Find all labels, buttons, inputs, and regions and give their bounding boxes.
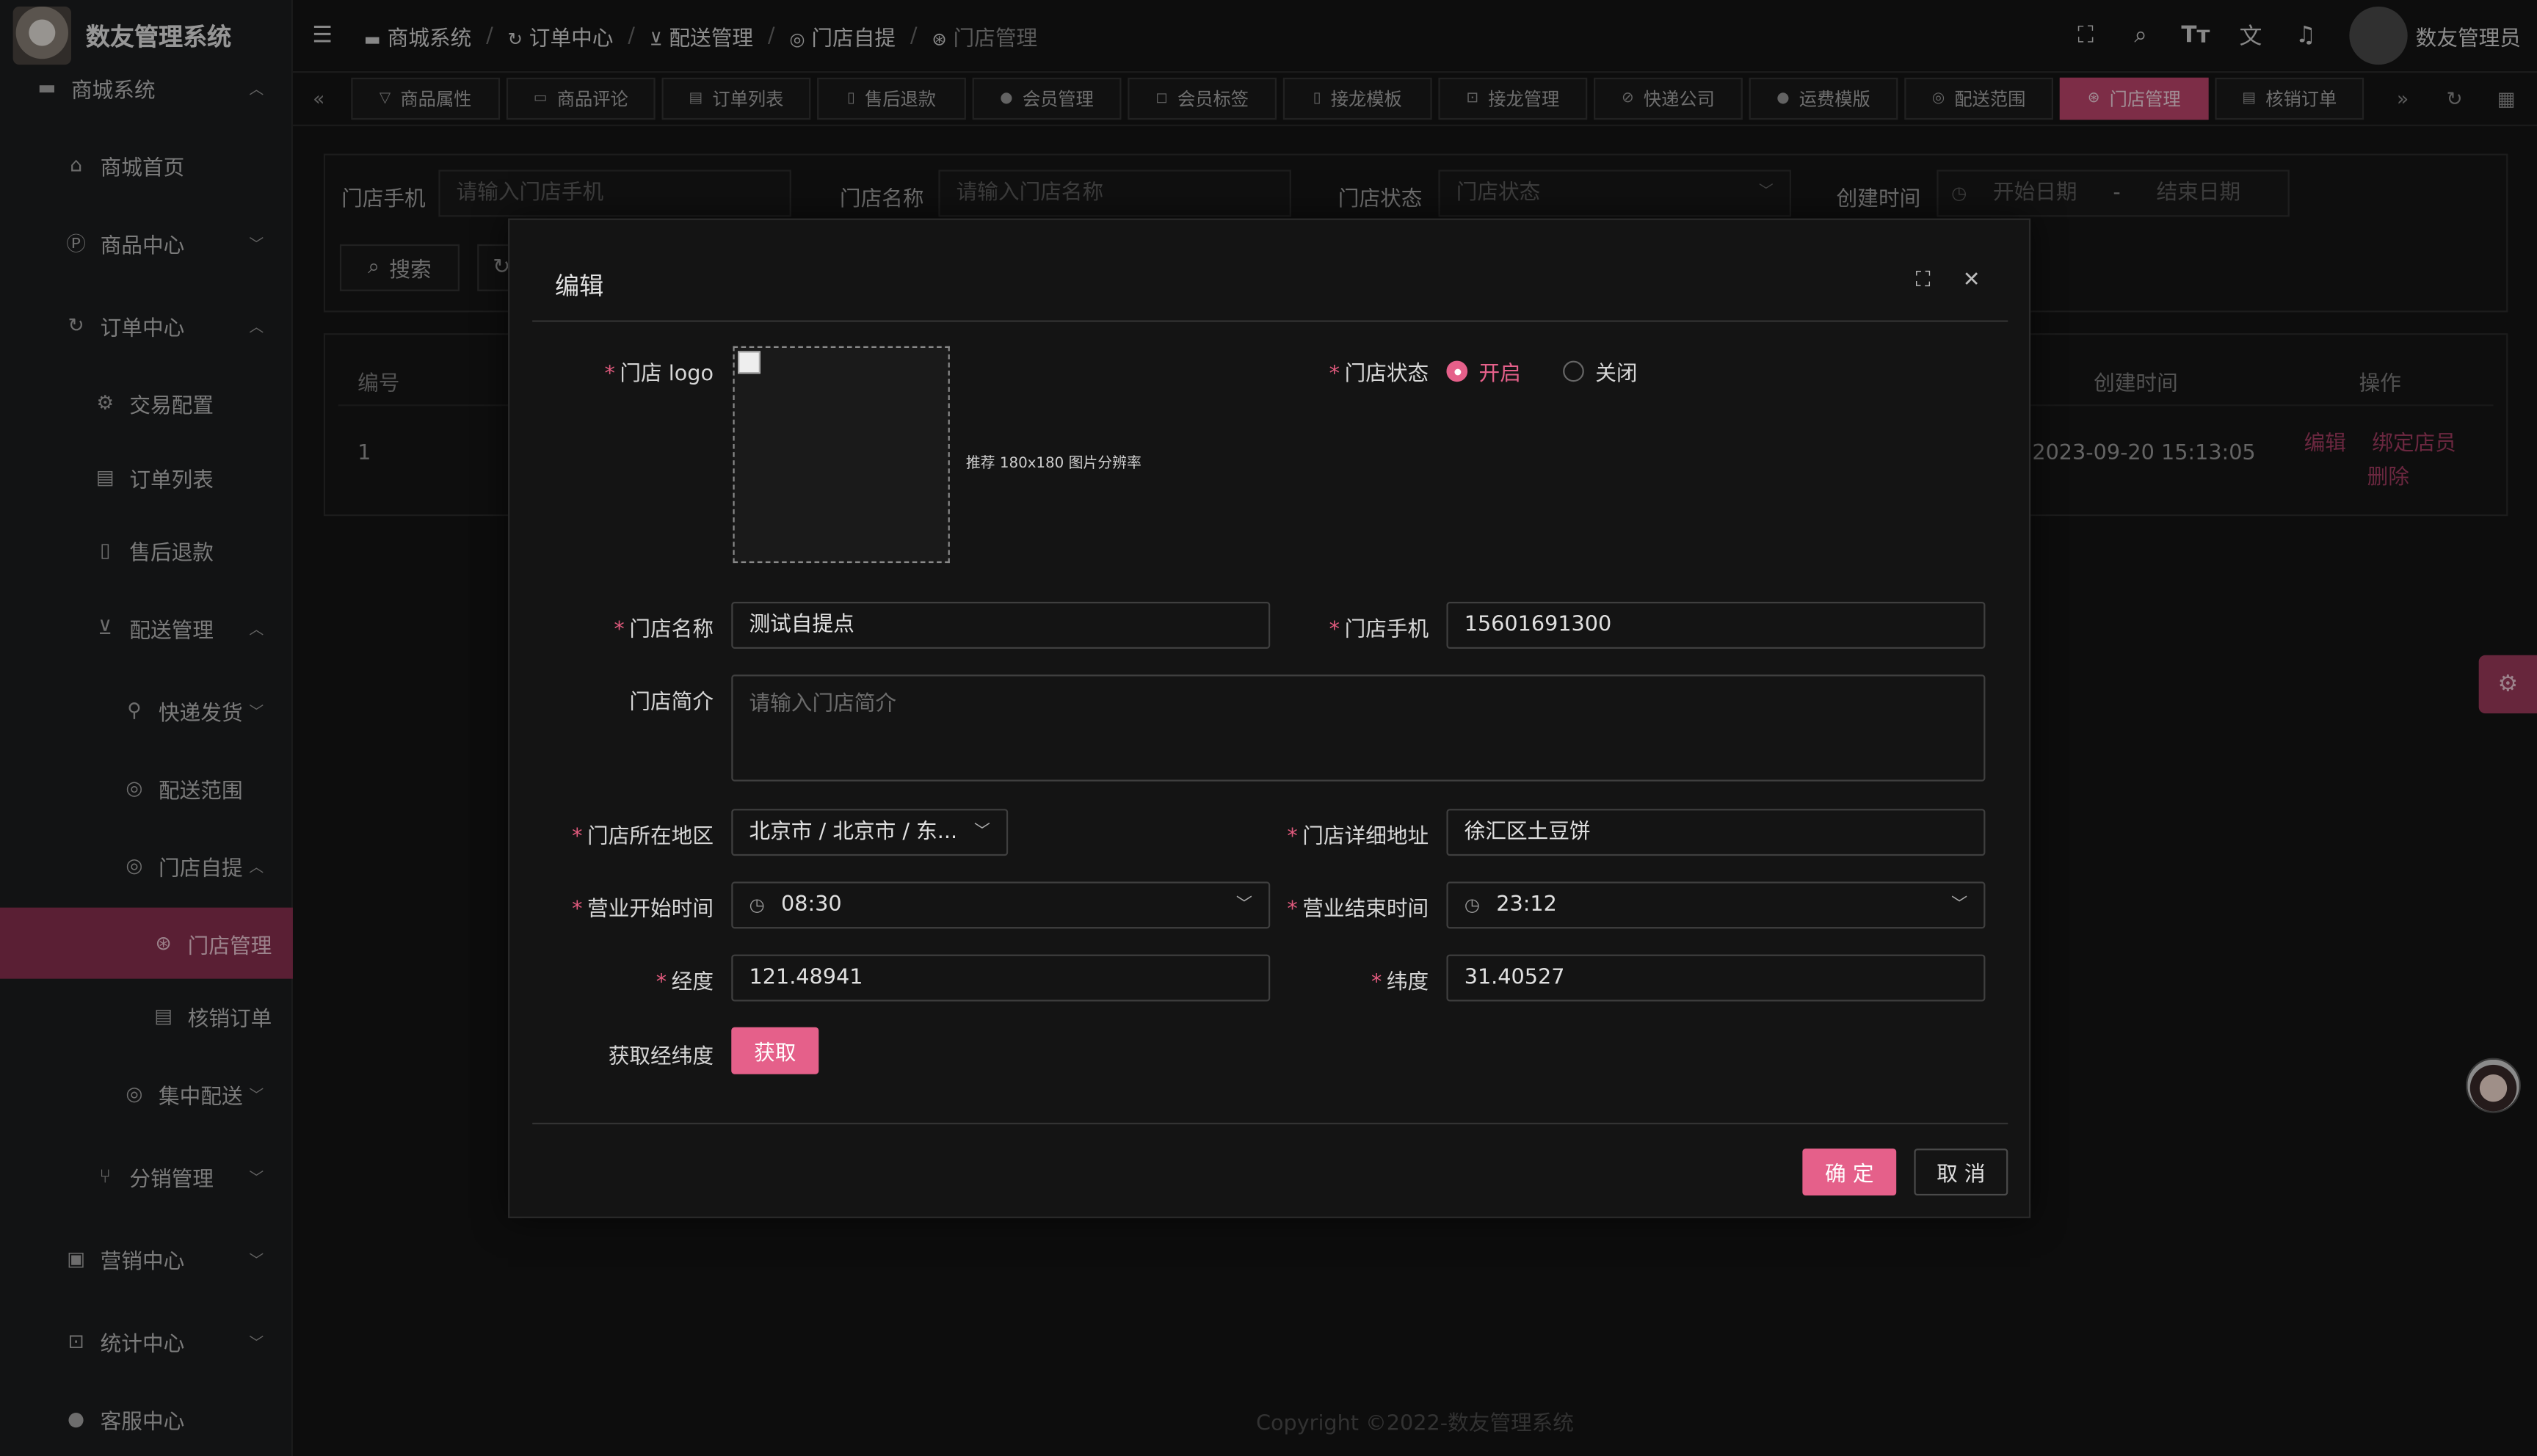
longitude-input[interactable]: 121.48941 — [731, 954, 1271, 1002]
store-intro-textarea[interactable]: 请输入门店简介 — [731, 674, 1986, 782]
chevron-down-icon: ﹀ — [973, 823, 990, 842]
close-time-value: 23:12 — [1496, 892, 1557, 917]
get-coordinates-button[interactable]: 获取 — [731, 1027, 819, 1074]
latitude-input[interactable]: 31.40527 — [1446, 954, 1986, 1002]
dialog-header-divider — [532, 320, 2008, 322]
store-phone-input[interactable]: 15601691300 — [1446, 602, 1986, 649]
cancel-button[interactable]: 取 消 — [1914, 1149, 2008, 1196]
name-label: * 门店名称 — [614, 618, 714, 643]
logo-uploader[interactable] — [733, 346, 950, 564]
region-label: * 门店所在地区 — [572, 825, 714, 850]
status-off-radio[interactable]: 关闭 — [1563, 356, 1638, 387]
intro-label: 门店简介 — [629, 691, 714, 716]
dialog-title: 编辑 — [555, 272, 604, 302]
logo-hint: 推荐 180x180 图片分辨率 — [965, 456, 1142, 473]
phone-label: * 门店手机 — [1329, 618, 1429, 643]
region-value: 北京市 / 北京市 / 东... — [749, 820, 958, 845]
address-input[interactable]: 徐汇区土豆饼 — [1446, 809, 1986, 856]
close-icon[interactable]: ✕ — [1963, 269, 1981, 293]
logo-label: * 门店 logo — [604, 362, 714, 387]
status-off-label: 关闭 — [1595, 362, 1638, 387]
clock-icon: ◷ — [749, 895, 765, 916]
radio-checked-icon — [1446, 360, 1468, 382]
app-frame: 数友管理系统 ▬ 商城系统 ︿ ⌂ 商城首页 Ⓟ 商品中心 ﹀ ↻ 订单中心 ︿ ⚙ 交易配置 ▤ 订单列表… — [0, 0, 2537, 1456]
edit-store-dialog: 编辑 ⛶ ✕ * 门店 logo 推荐 180x180 图片分辨率 * 门店状态 开… — [508, 218, 2031, 1218]
region-cascader[interactable]: 北京市 / 北京市 / 东... ﹀ — [731, 809, 1009, 856]
close-time-picker[interactable]: ◷ 23:12 ﹀ — [1446, 881, 1986, 929]
store-name-input[interactable]: 测试自提点 — [731, 602, 1271, 649]
dialog-footer-divider — [532, 1122, 2008, 1125]
address-label: * 门店详细地址 — [1287, 825, 1429, 850]
chevron-down-icon: ﹀ — [1235, 896, 1252, 914]
broken-image-icon — [738, 351, 761, 374]
status-label: * 门店状态 — [1329, 362, 1429, 387]
open-time-value: 08:30 — [781, 892, 842, 917]
chevron-down-icon: ﹀ — [1951, 896, 1968, 914]
open-time-picker[interactable]: ◷ 08:30 ﹀ — [731, 881, 1271, 929]
radio-unchecked-icon — [1563, 360, 1584, 382]
longitude-label: * 经度 — [656, 970, 714, 995]
confirm-button[interactable]: 确 定 — [1802, 1149, 1897, 1196]
maximize-icon[interactable]: ⛶ — [1916, 269, 1931, 293]
status-on-radio[interactable]: 开启 — [1446, 356, 1521, 387]
open-time-label: * 营业开始时间 — [572, 898, 714, 922]
status-on-label: 开启 — [1478, 362, 1521, 387]
latitude-label: * 纬度 — [1371, 970, 1429, 995]
close-time-label: * 营业结束时间 — [1287, 898, 1429, 922]
get-coordinates-label: 获取经纬度 — [608, 1045, 714, 1070]
clock-icon: ◷ — [1464, 895, 1480, 916]
